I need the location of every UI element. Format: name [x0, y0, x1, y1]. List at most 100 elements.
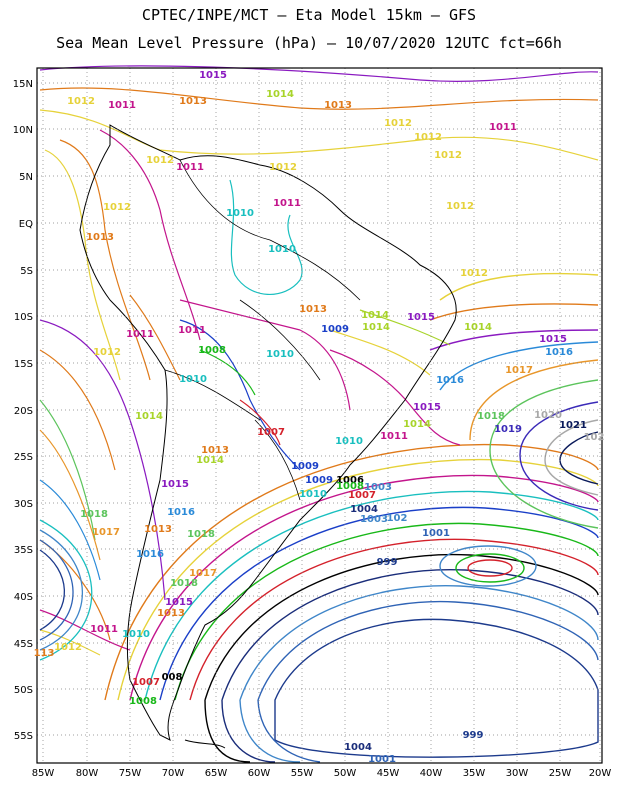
isobar-label: 1011	[273, 198, 301, 209]
isobar-label: 1011	[489, 122, 517, 133]
isobar-label: 1015	[165, 597, 193, 608]
isobar-label: 1017	[505, 365, 533, 376]
isobar-label: 1019	[494, 424, 522, 435]
lon-tick-label: 40W	[420, 768, 443, 779]
lat-tick-label: 55S	[14, 731, 33, 742]
isobar-label: 999	[463, 730, 484, 741]
isobar-label: 1018	[477, 411, 505, 422]
isobar-label: 1013	[299, 304, 327, 315]
isobar-label: 1012	[103, 202, 131, 213]
isobar-label: 1010	[335, 436, 363, 447]
lat-tick-label: 5S	[20, 266, 33, 277]
isobar-label: 1011	[176, 162, 204, 173]
isobar-label: 1010	[226, 208, 254, 219]
lon-tick-label: 45W	[377, 768, 400, 779]
contour-label-layer: 10151012 1011 1013101410131012101210111012…	[34, 70, 605, 765]
isobar-label: 1015	[539, 334, 567, 345]
isobar-label: 1016	[167, 507, 195, 518]
isobar-label: 1012	[460, 268, 488, 279]
isobar-label: 1009	[305, 475, 333, 486]
isobar-label: 1012	[146, 155, 174, 166]
lat-tick-label: EQ	[19, 219, 33, 230]
lon-tick-label: 75W	[119, 768, 142, 779]
isobar-label: 102	[584, 432, 605, 443]
isobar-label: 1018	[187, 529, 215, 540]
isobar-label: 1001	[368, 754, 396, 765]
isobar-label: 1016	[136, 549, 164, 560]
lon-tick-label: 55W	[291, 768, 314, 779]
lat-tick-label: 25S	[14, 452, 33, 463]
isobar-label: 1012	[67, 96, 95, 107]
isobar-label: 1014	[464, 322, 492, 333]
lat-tick-label: 10S	[14, 312, 33, 323]
isobar-label: 1014	[135, 411, 163, 422]
pressure-map: 15N 10N 5N EQ 5S 10S 15S 20S 25S 30S 35S 40S 45S 50S 5…	[13, 65, 612, 779]
lon-tick-label: 20W	[589, 768, 612, 779]
isobar-label: 1014	[361, 310, 389, 321]
isobar-label: 1003	[360, 514, 388, 525]
lon-tick-label: 50W	[334, 768, 357, 779]
isobar-label: 1017	[92, 527, 120, 538]
isobar-label: 1010	[266, 349, 294, 360]
isobar-label: 1013	[144, 524, 172, 535]
isobar-label: 1007	[132, 677, 160, 688]
isobar-label: 102	[387, 513, 408, 524]
isobar-label: 1012	[54, 642, 82, 653]
lat-tick-label: 20S	[14, 406, 33, 417]
isobar-label: 1018	[170, 578, 198, 589]
isobar-label: 1011	[178, 325, 206, 336]
isobar-label: 1001	[422, 528, 450, 539]
isobar-label: 1008	[198, 345, 226, 356]
isobar-label: 1007	[257, 427, 285, 438]
isobar-label: 1004	[344, 742, 372, 753]
isobar-label: 1010	[122, 629, 150, 640]
isobar-label: 1014	[362, 322, 390, 333]
isobar-label: 1013	[179, 96, 207, 107]
lat-tick-label: 10N	[13, 125, 33, 136]
lon-tick-label: 25W	[549, 768, 572, 779]
lat-lon-grid	[37, 68, 602, 763]
isobar-label: 1011	[380, 431, 408, 442]
isobar-label: 1013	[157, 608, 185, 619]
lat-tick-label: 35S	[14, 545, 33, 556]
isobar-label: 1018	[80, 509, 108, 520]
isobar-label: 1011	[90, 624, 118, 635]
isobar-label: 1012	[384, 118, 412, 129]
lon-tick-label: 60W	[248, 768, 271, 779]
isobar-label: 1015	[199, 70, 227, 81]
lat-tick-label: 45S	[14, 639, 33, 650]
lon-tick-label: 35W	[463, 768, 486, 779]
lat-tick-label: 15N	[13, 79, 33, 90]
isobar-label: 1010	[268, 244, 296, 255]
isobar-label: 1013	[324, 100, 352, 111]
lon-tick-label: 70W	[162, 768, 185, 779]
isobar-label: 1021	[559, 420, 587, 431]
isobar-label: 1015	[413, 402, 441, 413]
isobar-label: 1012	[269, 162, 297, 173]
isobar-label: 1011	[126, 329, 154, 340]
isobar-label: 1016	[436, 375, 464, 386]
isobar-label: 1010	[179, 374, 207, 385]
isobar-label: 1014	[196, 455, 224, 466]
isobar-label: 1009	[291, 461, 319, 472]
isobar-label: 999	[377, 557, 398, 568]
isobar-label: 1015	[161, 479, 189, 490]
isobar-label: 1009	[321, 324, 349, 335]
isobar-label: 1015	[407, 312, 435, 323]
isobar-label: 113	[34, 648, 55, 659]
isobar-label: 1008	[129, 696, 157, 707]
isobar-label: 1012	[414, 132, 442, 143]
lon-tick-label: 65W	[205, 768, 228, 779]
isobar-label: 1012	[434, 150, 462, 161]
lon-tick-label: 80W	[76, 768, 99, 779]
isobar-contours	[39, 65, 599, 763]
lat-tick-label: 30S	[14, 499, 33, 510]
isobar-label: 1003	[364, 482, 392, 493]
isobar-label: 1014	[403, 419, 431, 430]
isobar-label: 1020	[534, 410, 562, 421]
lat-tick-label: 50S	[14, 685, 33, 696]
isobar-label: 1010	[299, 489, 327, 500]
isobar-label: 1012	[446, 201, 474, 212]
isobar-label: 008	[162, 672, 183, 683]
isobar-label: 1016	[545, 347, 573, 358]
